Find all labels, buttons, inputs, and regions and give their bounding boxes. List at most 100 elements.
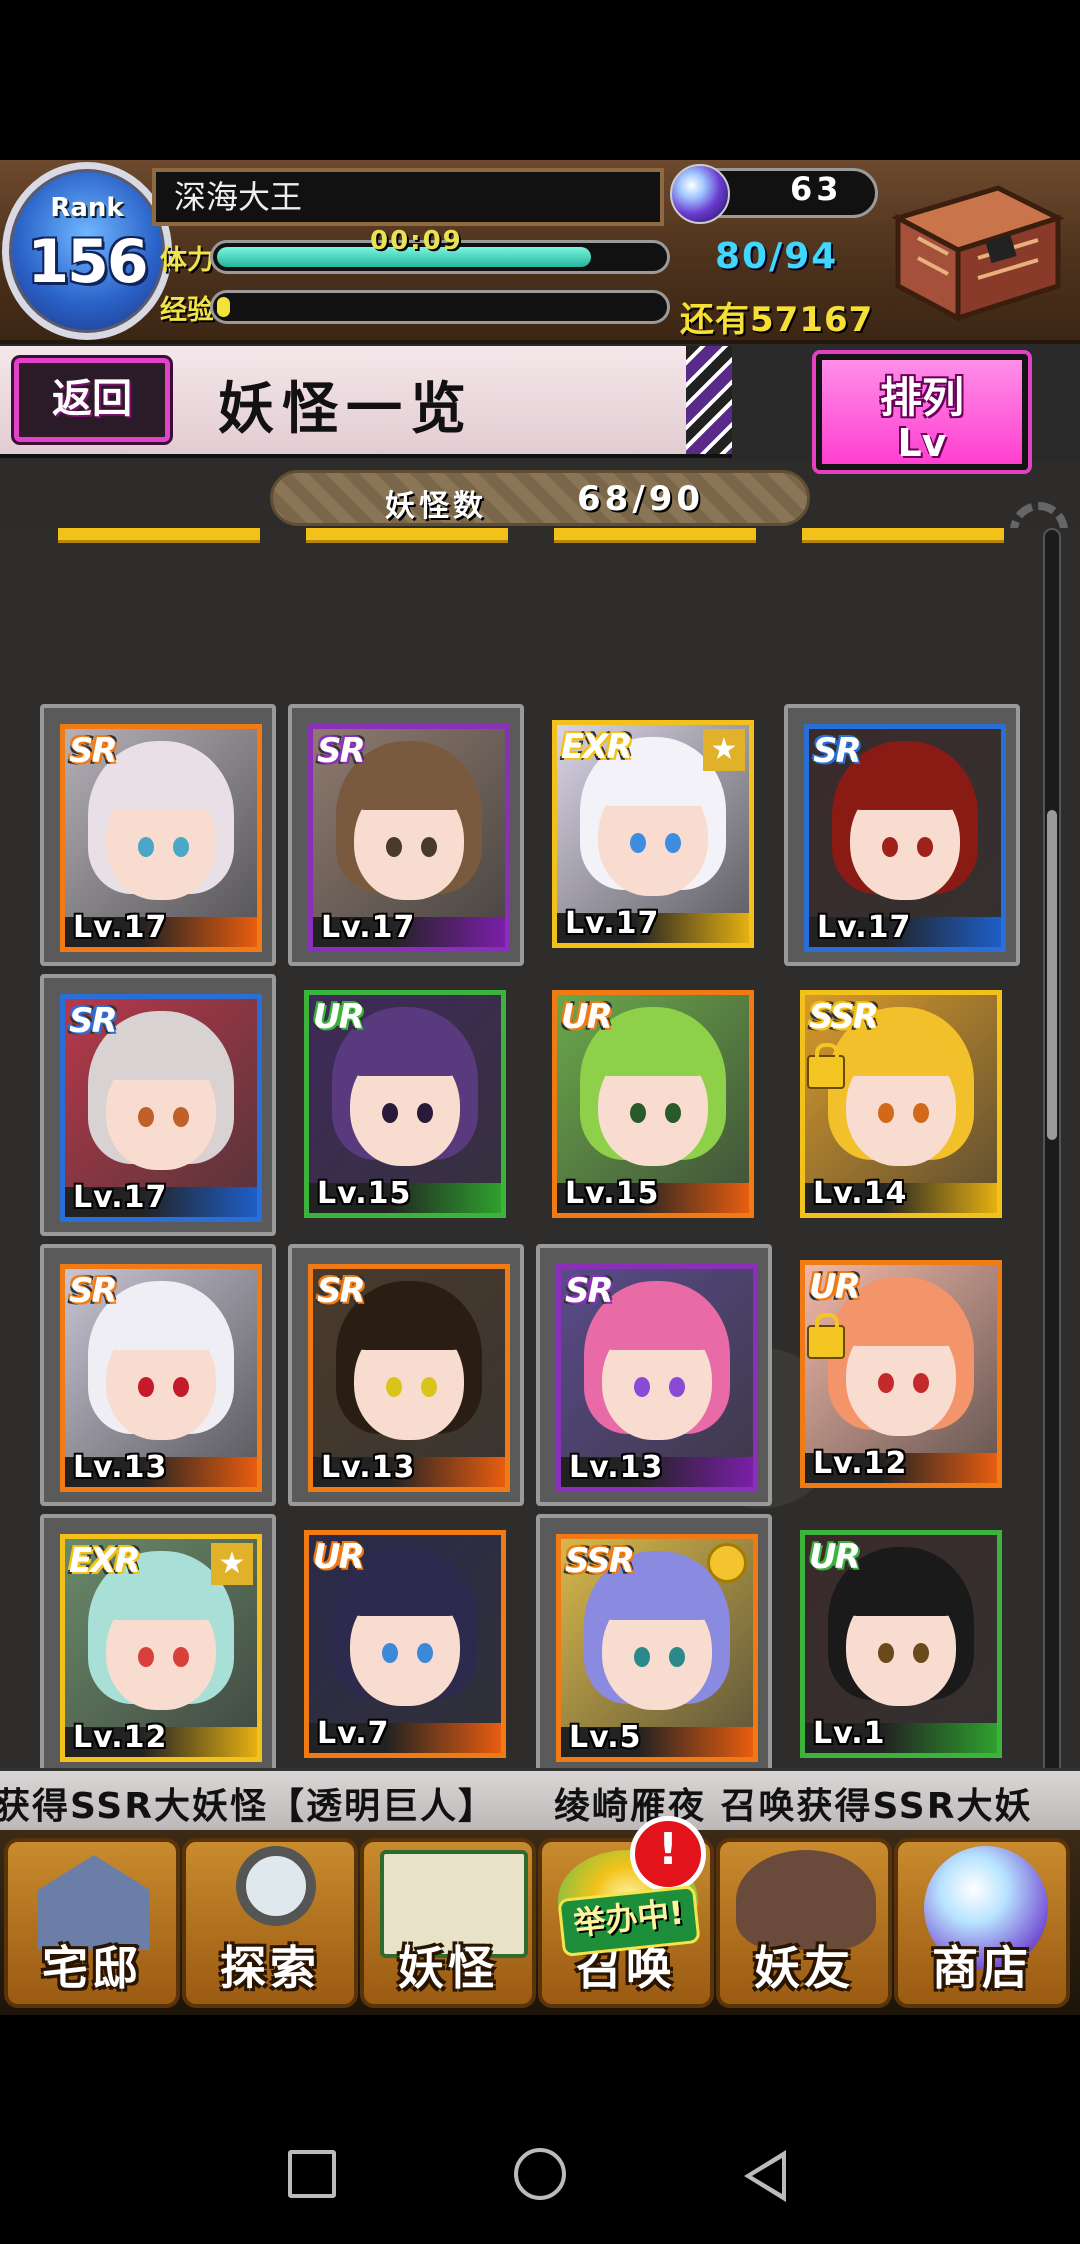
monster-count-value: 68/90 (577, 479, 705, 519)
rarity-badge: SR (69, 1001, 118, 1041)
sort-button[interactable]: 排列 Lv (816, 354, 1028, 470)
monster-card-frame: SR Lv.17 (60, 724, 262, 952)
level-label: Lv.13 (321, 1450, 416, 1485)
nav-orb[interactable]: 商店 (894, 1838, 1070, 2008)
nav-mansion[interactable]: 宅邸 (4, 1838, 180, 2008)
monster-card[interactable]: SR Lv.13 (536, 1244, 772, 1506)
rarity-badge: UR (561, 997, 613, 1037)
level-label: Lv.17 (321, 910, 416, 945)
monster-card[interactable]: UR Lv.12 (784, 1244, 1020, 1506)
portrait-bangs (355, 1307, 463, 1350)
portrait-eye (381, 1102, 398, 1123)
portrait-eye (172, 1106, 189, 1127)
title-bar: 返回 妖怪一览 排列 Lv (0, 344, 1080, 560)
title-stripe (686, 346, 732, 454)
portrait-bangs (355, 767, 463, 810)
gem-value: 63 (790, 170, 843, 208)
portrait-eye (172, 1376, 189, 1397)
rarity-badge: UR (809, 1267, 861, 1307)
monster-grid[interactable]: SR Lv.17 SR Lv.17 EXR Lv.17 ★ SR Lv.17 SR Lv.17 UR L… (0, 528, 1080, 1783)
monster-card[interactable]: UR Lv.15 (288, 974, 524, 1236)
recent-apps-icon[interactable] (288, 2150, 336, 2198)
back-icon[interactable] (744, 2150, 786, 2202)
back-button[interactable]: 返回 (14, 358, 170, 442)
level-label: Lv.17 (73, 910, 168, 945)
scrollbar-thumb[interactable] (1047, 810, 1057, 1140)
exp-bar (210, 290, 670, 324)
gem-orb-icon (670, 164, 730, 224)
portrait-eye (385, 1376, 402, 1397)
portrait-eye (633, 1646, 650, 1667)
monster-card-frame: UR Lv.12 (800, 1260, 1002, 1488)
portrait-eye (877, 1372, 894, 1393)
home-icon[interactable] (514, 2148, 566, 2200)
rank-value: 156 (27, 227, 148, 297)
monster-card[interactable]: SR Lv.13 (40, 1244, 276, 1506)
exp-fill (217, 297, 231, 317)
portrait-eye (137, 1376, 154, 1397)
portrait-eye (416, 1102, 433, 1123)
portrait-eye (912, 1102, 929, 1123)
portrait-eye (172, 836, 189, 857)
portrait-eye (668, 1376, 685, 1397)
portrait-eye (629, 832, 646, 853)
monster-card[interactable]: SR Lv.17 (40, 974, 276, 1236)
portrait-eye (172, 1646, 189, 1667)
monster-card-frame: SR Lv.13 (556, 1264, 758, 1492)
level-label: Lv.15 (565, 1176, 660, 1211)
monster-card-frame: EXR Lv.12 ★ (60, 1534, 262, 1762)
monster-card[interactable]: SR Lv.17 (784, 704, 1020, 966)
rarity-badge: SR (565, 1271, 614, 1311)
monster-card-frame: SSR Lv.14 (800, 990, 1002, 1218)
monster-card[interactable]: SR Lv.13 (288, 1244, 524, 1506)
portrait-bangs (599, 763, 707, 806)
rarity-badge: SR (69, 731, 118, 771)
monster-card-frame: SR Lv.17 (308, 724, 510, 952)
monster-card[interactable]: SR Lv.17 (288, 704, 524, 966)
portrait-bangs (847, 1033, 955, 1076)
rarity-badge: SR (69, 1271, 118, 1311)
exp-label: 经验 (160, 295, 214, 326)
level-label: Lv.15 (317, 1176, 412, 1211)
monster-card-frame: SR Lv.13 (308, 1264, 510, 1492)
level-label: Lv.14 (813, 1176, 908, 1211)
player-name: 深海大王 (152, 168, 664, 226)
portrait-bangs (351, 1573, 459, 1616)
rarity-badge: SSR (565, 1541, 635, 1581)
portrait-bangs (107, 1307, 215, 1350)
portrait-eye (381, 1642, 398, 1663)
level-label: Lv.17 (565, 906, 660, 941)
treasure-chest-icon[interactable] (878, 178, 1068, 328)
previous-row-card-edge (554, 528, 756, 543)
portrait-bangs (851, 767, 959, 810)
page-title: 妖怪一览 (218, 377, 474, 442)
player-header: Rank 156 深海大王 体力 00:09 经验 63 80/94 还有571… (0, 160, 1080, 344)
rank-badge[interactable]: Rank 156 (2, 162, 172, 340)
monster-card[interactable]: UR Lv.7 (288, 1514, 524, 1776)
monster-card[interactable]: SR Lv.17 (40, 704, 276, 966)
monster-card[interactable]: UR Lv.15 (536, 974, 772, 1236)
monster-card[interactable]: EXR Lv.12 ★ (40, 1514, 276, 1776)
portrait-eye (664, 1102, 681, 1123)
rank-label: Rank (50, 193, 124, 223)
nav-friend[interactable]: 妖友 (716, 1838, 892, 2008)
level-label: Lv.12 (813, 1446, 908, 1481)
portrait-eye (629, 1102, 646, 1123)
portrait-eye (420, 1376, 437, 1397)
portrait-bangs (847, 1303, 955, 1346)
rarity-badge: SR (317, 731, 366, 771)
portrait-eye (916, 836, 933, 857)
monster-card[interactable]: EXR Lv.17 ★ (536, 704, 772, 966)
sort-value: Lv (897, 421, 947, 465)
rarity-badge: UR (313, 1537, 365, 1577)
scrollbar[interactable] (1043, 528, 1061, 1778)
stamina-label: 体力 (160, 245, 214, 276)
portrait-eye (877, 1102, 894, 1123)
nav-scroll[interactable]: 妖怪 (360, 1838, 536, 2008)
nav-magnifier[interactable]: 探索 (182, 1838, 358, 2008)
nav-label: 商店 (932, 1941, 1032, 1995)
monster-card[interactable]: SSR Lv.5 (536, 1514, 772, 1776)
monster-card[interactable]: SSR Lv.14 (784, 974, 1020, 1236)
portrait-eye (385, 836, 402, 857)
monster-card[interactable]: UR Lv.1 (784, 1514, 1020, 1776)
